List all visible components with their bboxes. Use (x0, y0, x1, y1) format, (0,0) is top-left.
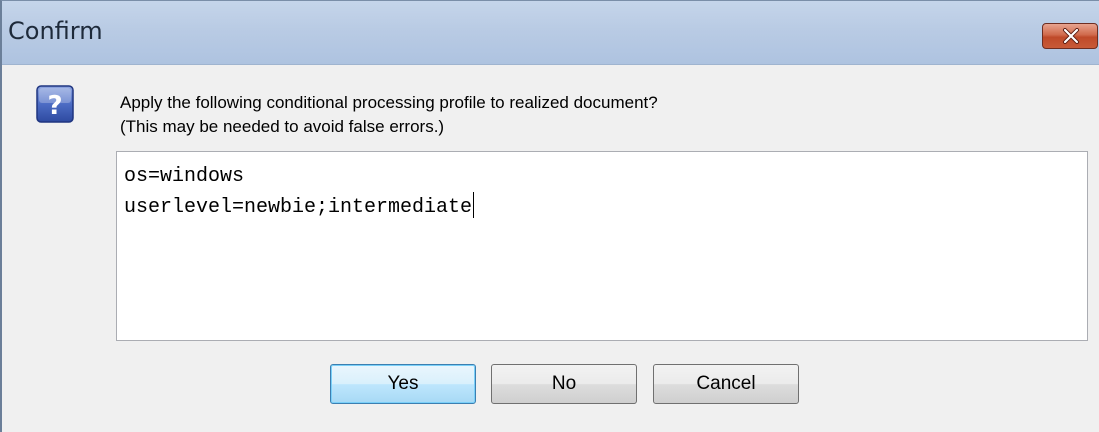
svg-text:?: ? (47, 91, 62, 121)
profile-line-2-text: userlevel=newbie;intermediate (124, 196, 473, 219)
no-button[interactable]: No (491, 364, 637, 404)
title-bar[interactable]: Confirm (2, 1, 1099, 65)
close-icon (1063, 28, 1079, 44)
cancel-button[interactable]: Cancel (653, 364, 799, 404)
yes-button[interactable]: Yes (330, 364, 476, 404)
close-button[interactable] (1042, 23, 1098, 49)
profile-textarea[interactable]: os=windows userlevel=newbie;intermediate (116, 151, 1088, 341)
profile-line-1: os=windows (124, 165, 245, 188)
message-line-2: (This may be needed to avoid false error… (120, 117, 445, 136)
dialog-body: ? Apply the following conditional proces… (2, 65, 1099, 432)
confirm-dialog: Confirm ? Apply the following conditiona… (0, 0, 1099, 432)
question-icon: ? (36, 85, 74, 123)
profile-line-2: userlevel=newbie;intermediate (124, 192, 1080, 223)
message-text: Apply the following conditional processi… (120, 91, 658, 139)
text-caret (473, 192, 475, 218)
message-line-1: Apply the following conditional processi… (120, 93, 658, 112)
window-title: Confirm (8, 17, 103, 45)
